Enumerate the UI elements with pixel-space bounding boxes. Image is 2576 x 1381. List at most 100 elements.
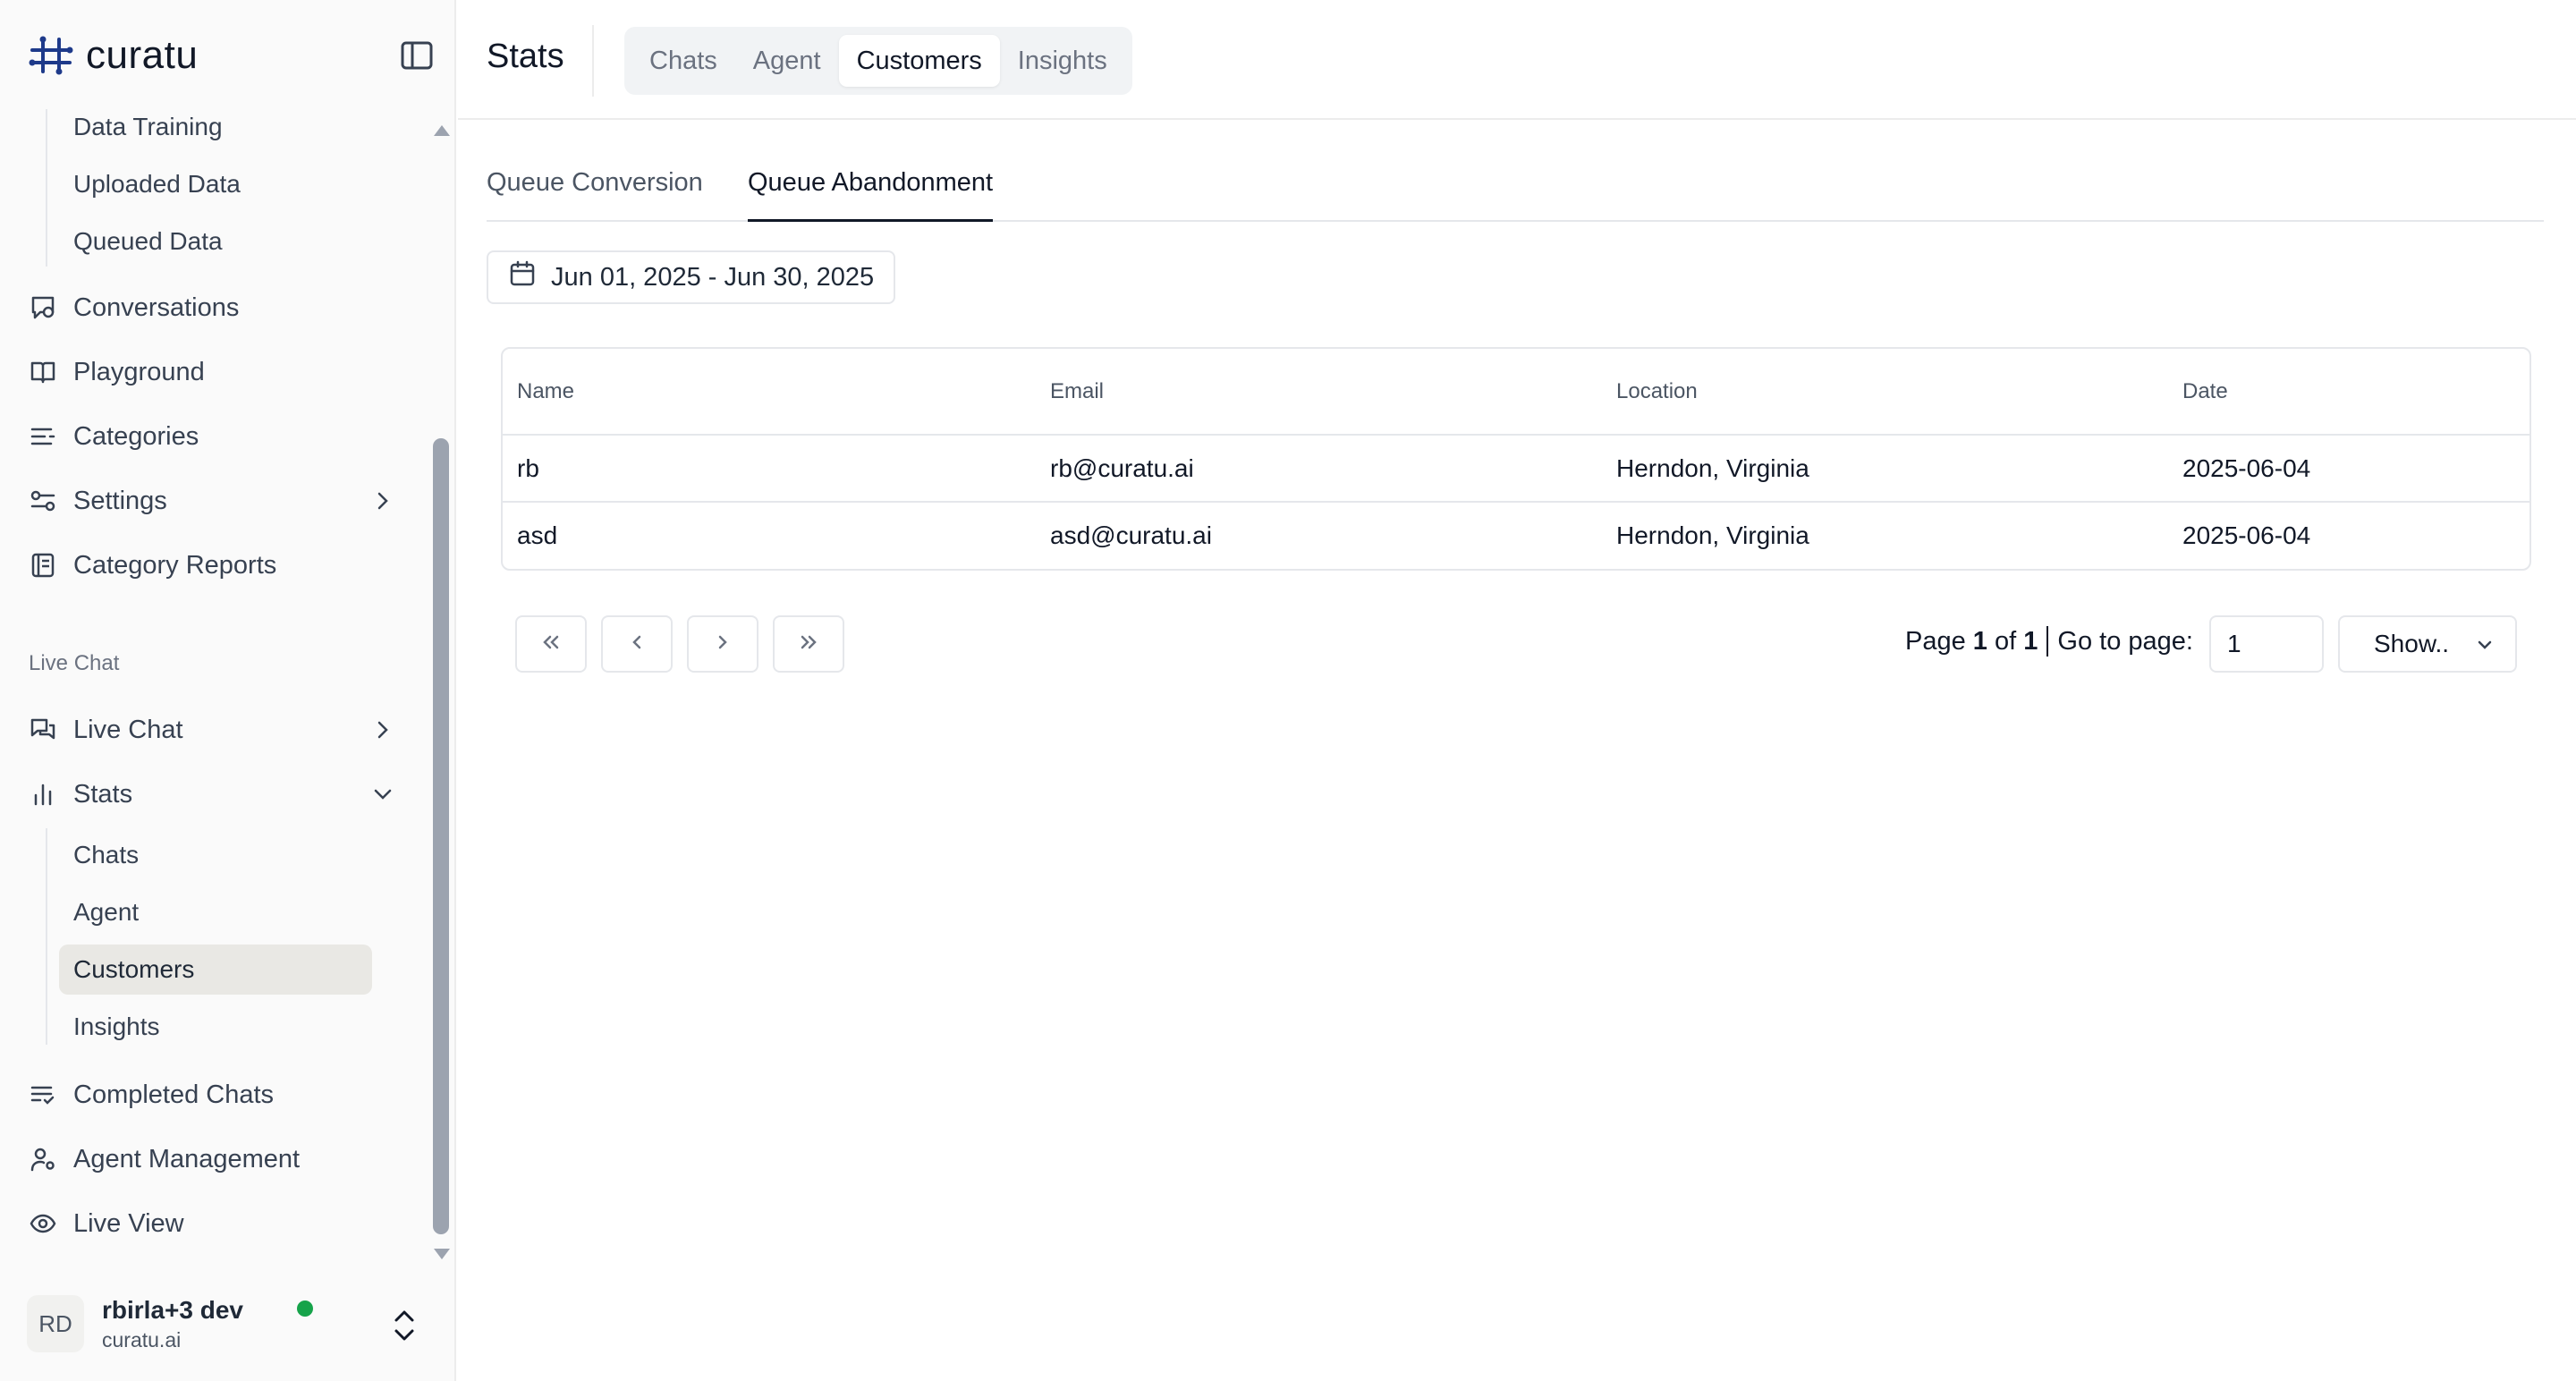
- sidebar-item-conversations[interactable]: Conversations: [29, 283, 404, 333]
- top-bar: Stats Chats Agent Customers Insights: [458, 0, 2576, 120]
- sidebar-item-label: Category Reports: [73, 550, 277, 580]
- chevron-right-icon: [370, 717, 395, 742]
- chevron-right-icon: [710, 630, 735, 659]
- table-header-row: Name Email Location Date: [503, 349, 2529, 436]
- page-indicator: Page 1 of 1 Go to page:: [1905, 626, 2193, 657]
- total-pages: 1: [2023, 626, 2038, 656]
- list-icon: [29, 422, 57, 451]
- conversations-icon: [29, 293, 57, 322]
- subtab-queue-abandonment[interactable]: Queue Abandonment: [748, 168, 994, 222]
- sidebar-item-stats[interactable]: Stats: [29, 769, 404, 819]
- last-page-button[interactable]: [773, 615, 844, 673]
- user-name: rbirla+3 dev: [102, 1295, 243, 1324]
- user-org: curatu.ai: [102, 1327, 182, 1351]
- user-menu[interactable]: RD rbirla+3 dev curatu.ai: [27, 1288, 429, 1360]
- pagination-controls: [515, 615, 844, 673]
- cell-email: rb@curatu.ai: [1036, 435, 1602, 503]
- table-row[interactable]: asd asd@curatu.ai Herndon, Virginia 2025…: [503, 502, 2529, 569]
- brand-name: curatu: [86, 33, 199, 77]
- chevron-down-icon: [2474, 633, 2496, 662]
- scrollbar-thumb[interactable]: [433, 438, 449, 1234]
- book-icon: [29, 358, 57, 386]
- sidebar-item-live-view[interactable]: Live View: [29, 1199, 404, 1249]
- sidebar-item-categories[interactable]: Categories: [29, 411, 404, 462]
- sidebar-item-settings[interactable]: Settings: [29, 476, 404, 526]
- sidebar-item-completed-chats[interactable]: Completed Chats: [29, 1070, 404, 1120]
- tab-agent[interactable]: Agent: [735, 35, 839, 87]
- divider: [2046, 626, 2049, 657]
- sidebar-item-playground[interactable]: Playground: [29, 347, 404, 397]
- previous-page-button[interactable]: [601, 615, 673, 673]
- page-size-label: Show..: [2374, 630, 2450, 657]
- chevron-down-icon: [370, 782, 395, 807]
- sidebar-item-label: Live View: [73, 1208, 184, 1238]
- eye-icon: [29, 1209, 57, 1238]
- of-word: of: [1995, 626, 2017, 656]
- sidebar-item-category-reports[interactable]: Category Reports: [29, 540, 404, 590]
- sidebar-item-stats-chats[interactable]: Chats: [59, 830, 372, 880]
- column-header-email[interactable]: Email: [1036, 349, 1602, 436]
- curatu-logo-icon: [29, 36, 73, 75]
- date-range-label: Jun 01, 2025 - Jun 30, 2025: [551, 262, 875, 292]
- column-header-date[interactable]: Date: [2168, 349, 2529, 436]
- sidebar-item-label: Playground: [73, 357, 205, 386]
- sidebar-item-stats-agent[interactable]: Agent: [59, 887, 372, 937]
- abandonment-table: Name Email Location Date rb rb@curatu.ai…: [501, 347, 2531, 571]
- cell-name: rb: [503, 435, 1036, 503]
- user-gear-icon: [29, 1145, 57, 1173]
- sidebar-item-stats-customers[interactable]: Customers: [59, 945, 372, 995]
- sidebar-item-uploaded-data[interactable]: Uploaded Data: [59, 159, 372, 209]
- current-page: 1: [1972, 626, 1987, 656]
- sidebar-item-label: Live Chat: [73, 715, 183, 744]
- scroll-down-arrow-icon[interactable]: [434, 1249, 450, 1259]
- goto-page-label: Go to page:: [2057, 626, 2193, 656]
- table-row[interactable]: rb rb@curatu.ai Herndon, Virginia 2025-0…: [503, 435, 2529, 503]
- user-info: rbirla+3 dev curatu.ai: [102, 1296, 243, 1352]
- main-content: Stats Chats Agent Customers Insights Que…: [458, 0, 2576, 1381]
- sidebar-item-agent-management[interactable]: Agent Management: [29, 1134, 404, 1184]
- page-size-select[interactable]: Show..: [2338, 615, 2517, 673]
- sidebar-item-data-training[interactable]: Data Training: [59, 102, 372, 152]
- scroll-up-arrow-icon[interactable]: [434, 125, 450, 136]
- cell-name: asd: [517, 521, 558, 549]
- cell-email: asd@curatu.ai: [1050, 521, 1212, 549]
- chat-icon: [29, 716, 57, 744]
- cell-date: 2025-06-04: [2182, 521, 2311, 549]
- first-page-button[interactable]: [515, 615, 587, 673]
- sidebar-item-label: Agent Management: [73, 1144, 301, 1173]
- chevron-left-icon: [624, 630, 649, 659]
- column-header-location[interactable]: Location: [1602, 349, 2168, 436]
- sub-nav-guide: [46, 109, 47, 267]
- tab-insights[interactable]: Insights: [1000, 35, 1125, 87]
- chevrons-left-icon: [538, 630, 564, 659]
- brand[interactable]: curatu: [29, 32, 198, 79]
- sidebar-item-stats-insights[interactable]: Insights: [59, 1002, 372, 1052]
- cell-location: Herndon, Virginia: [1602, 435, 2168, 503]
- sidebar-item-live-chat[interactable]: Live Chat: [29, 705, 404, 755]
- goto-page-input[interactable]: [2209, 615, 2324, 673]
- sidebar-item-label: Settings: [73, 486, 167, 515]
- online-status-icon: [297, 1301, 313, 1317]
- sidebar-toggle-icon[interactable]: [399, 39, 435, 72]
- tab-customers[interactable]: Customers: [838, 35, 1000, 87]
- report-icon: [29, 551, 57, 580]
- section-label-live-chat: Live Chat: [29, 651, 120, 675]
- sub-nav-guide: [46, 828, 47, 1045]
- subtab-queue-conversion[interactable]: Queue Conversion: [487, 168, 703, 222]
- column-header-name[interactable]: Name: [503, 349, 1036, 436]
- calendar-icon: [508, 259, 537, 295]
- chevrons-right-icon: [796, 630, 821, 659]
- sidebar-item-queued-data[interactable]: Queued Data: [59, 216, 372, 267]
- sidebar-item-label: Stats: [73, 779, 133, 809]
- sidebar-item-label: Completed Chats: [73, 1080, 275, 1109]
- chevron-right-icon: [370, 488, 395, 513]
- sidebar-item-label: Categories: [73, 421, 199, 451]
- bar-chart-icon: [29, 780, 57, 809]
- date-range-picker[interactable]: Jun 01, 2025 - Jun 30, 2025: [487, 250, 896, 304]
- tab-chats[interactable]: Chats: [631, 35, 735, 87]
- page-title: Stats: [487, 38, 564, 75]
- chevrons-up-down-icon[interactable]: [386, 1304, 422, 1347]
- next-page-button[interactable]: [687, 615, 758, 673]
- sidebar-scrollbar[interactable]: [429, 114, 453, 1268]
- sidebar: curatu Data Training Uploaded Data Queue…: [0, 0, 456, 1381]
